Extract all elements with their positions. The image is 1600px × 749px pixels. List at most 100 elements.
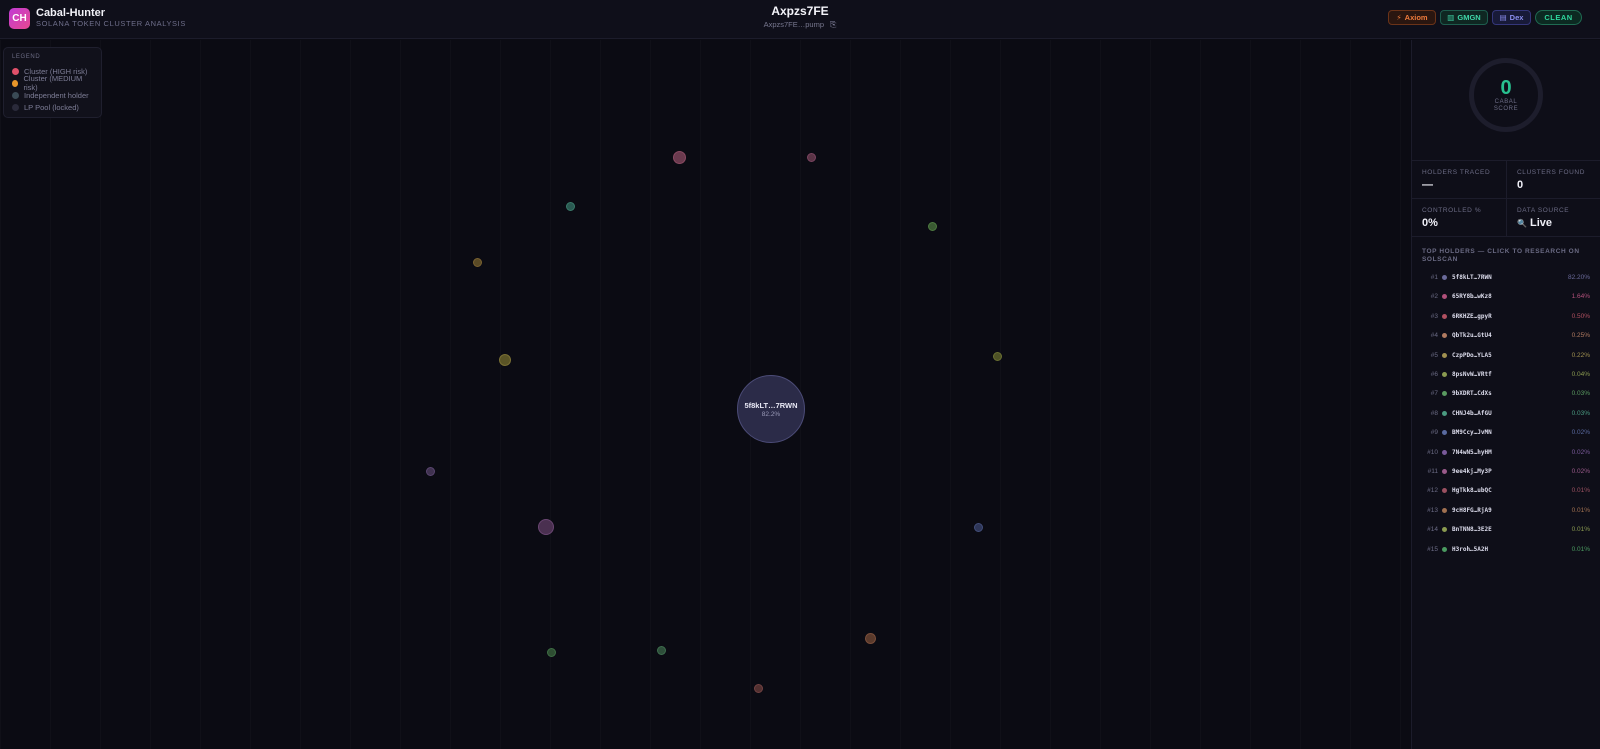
holder-rank: #5 — [1430, 351, 1438, 359]
holder-rank: #14 — [1427, 526, 1438, 534]
holder-color-dot — [1442, 352, 1447, 358]
main-holder-address: 5f8kLT…7RWN — [744, 400, 798, 410]
holder-color-dot — [1442, 546, 1447, 552]
holder-address[interactable]: CzpPDo…YLA5 — [1452, 352, 1492, 359]
main-holder-percent: 82.2% — [761, 410, 781, 418]
holder-node[interactable] — [993, 352, 1002, 361]
holder-percent: 0.04% — [1571, 371, 1590, 378]
holder-node[interactable] — [754, 684, 763, 693]
holder-color-dot — [1442, 372, 1447, 377]
holder-address[interactable]: 9ee4kj…My3P — [1452, 468, 1492, 475]
holder-row[interactable]: #13 9cH8FG…RjA9 0.01% — [1412, 501, 1600, 520]
screen-icon: ▤ — [1499, 13, 1507, 22]
holder-address[interactable]: 6RKHZE…gpyR — [1452, 313, 1492, 320]
holder-color-dot — [1442, 333, 1447, 339]
holder-rank: #1 — [1430, 274, 1438, 281]
holder-address[interactable]: 9bXDRT…CdXs — [1452, 390, 1492, 397]
gmgn-button[interactable]: ▥ GMGN — [1440, 10, 1488, 25]
stat-data-source: DATA SOURCE 🔍 Live — [1506, 199, 1600, 237]
holder-percent: 0.01% — [1571, 526, 1590, 534]
holder-row[interactable]: #3 6RKHZE…gpyR 0.50% — [1412, 307, 1600, 326]
holder-node[interactable] — [538, 519, 554, 535]
holder-row[interactable]: #15 H3roh…5A2H 0.01% — [1412, 540, 1600, 559]
legend-label: Independent holder — [24, 90, 89, 100]
legend-item: LP Pool (locked) — [12, 101, 93, 113]
holder-address[interactable]: 7N4wN5…hyHM — [1452, 449, 1492, 456]
gmgn-button-label: GMGN — [1457, 13, 1481, 22]
holder-rank: #4 — [1430, 332, 1438, 340]
legend-swatch — [12, 103, 19, 111]
holder-row[interactable]: #10 7N4wN5…hyHM 0.02% — [1412, 443, 1600, 462]
holder-row[interactable]: #9 BM9Ccy…JvMN 0.02% — [1412, 423, 1600, 442]
holder-node[interactable] — [499, 354, 511, 366]
holder-address[interactable]: HgTkk8…ubQC — [1452, 487, 1492, 494]
token-name: Axpzs7FE — [771, 4, 829, 18]
legend-swatch — [12, 79, 19, 87]
holder-node[interactable] — [566, 202, 575, 211]
holder-rank: #6 — [1430, 371, 1438, 378]
holder-rank: #9 — [1430, 429, 1438, 437]
holder-rank: #12 — [1427, 487, 1438, 495]
holder-address[interactable]: 5f8kLT…7RWN — [1452, 274, 1492, 281]
holder-rank: #10 — [1427, 448, 1438, 456]
holder-percent: 0.01% — [1571, 545, 1590, 553]
holder-percent: 0.01% — [1571, 487, 1590, 495]
legend-swatch — [12, 91, 19, 99]
cabal-score-label: CABAL SCORE — [1493, 98, 1519, 112]
holder-row[interactable]: #4 QbTk2u…GtU4 0.25% — [1412, 326, 1600, 345]
holder-node[interactable] — [865, 633, 876, 644]
top-header: CH Cabal-Hunter SOLANA TOKEN CLUSTER ANA… — [0, 0, 1600, 39]
holder-color-dot — [1442, 313, 1447, 319]
holder-address[interactable]: 8psNvW…VRtf — [1452, 371, 1492, 378]
holder-address[interactable]: 65RY8b…wKz8 — [1452, 293, 1492, 300]
status-badge: CLEAN — [1535, 10, 1582, 25]
holder-rank: #2 — [1430, 293, 1438, 301]
holder-address[interactable]: QbTk2u…GtU4 — [1452, 332, 1492, 339]
holder-row[interactable]: #14 BnTNN8…3E2E 0.01% — [1412, 520, 1600, 539]
legend-title: LEGEND — [12, 54, 41, 60]
holder-percent: 0.03% — [1571, 390, 1590, 398]
chart-icon: ▥ — [1447, 13, 1455, 22]
holder-color-dot — [1442, 294, 1447, 300]
holder-color-dot — [1442, 507, 1447, 513]
legend-label: Cluster (MEDIUM risk) — [23, 74, 83, 92]
holder-percent: 0.01% — [1571, 506, 1590, 514]
axiom-button[interactable]: ⚡ Axiom — [1388, 10, 1436, 25]
holder-address[interactable]: 9cH8FG…RjA9 — [1452, 507, 1492, 514]
holder-row[interactable]: #11 9ee4kj…My3P 0.02% — [1412, 462, 1600, 481]
holder-rank: #11 — [1427, 468, 1438, 475]
holder-row[interactable]: #6 8psNvW…VRtf 0.04% — [1412, 365, 1600, 384]
holder-address[interactable]: BnTNN8…3E2E — [1452, 526, 1492, 533]
holder-percent: 0.02% — [1571, 448, 1590, 456]
holder-node[interactable] — [657, 646, 666, 655]
holder-node[interactable] — [426, 467, 435, 476]
holder-node[interactable] — [807, 153, 816, 162]
legend-swatch — [12, 67, 19, 75]
legend-item: Cluster (MEDIUM risk) — [12, 74, 93, 92]
holder-node[interactable] — [928, 222, 937, 231]
holder-address[interactable]: CHNJ4b…AfGU — [1452, 410, 1492, 417]
holder-node[interactable] — [473, 258, 482, 267]
holder-address[interactable]: H3roh…5A2H — [1452, 546, 1488, 553]
main-holder-node[interactable]: 5f8kLT…7RWN 82.2% — [737, 375, 805, 443]
cluster-graph[interactable]: LEGEND Cluster (HIGH risk) Cluster (MEDI… — [0, 40, 1411, 749]
holder-percent: 0.02% — [1571, 429, 1590, 437]
holder-row[interactable]: #7 9bXDRT…CdXs 0.03% — [1412, 384, 1600, 403]
cabal-score-ring: 0 CABAL SCORE — [1469, 58, 1543, 132]
holder-percent: 0.03% — [1571, 409, 1590, 417]
holder-row[interactable]: #8 CHNJ4b…AfGU 0.03% — [1412, 404, 1600, 423]
holder-node[interactable] — [974, 523, 983, 532]
holder-percent: 82.20% — [1567, 274, 1590, 281]
stat-clusters-found: CLUSTERS FOUND 0 — [1506, 161, 1600, 199]
holder-row[interactable]: #2 65RY8b…wKz8 1.64% — [1412, 287, 1600, 306]
legend: LEGEND Cluster (HIGH risk) Cluster (MEDI… — [3, 47, 102, 118]
holder-row[interactable]: #12 HgTkk8…ubQC 0.01% — [1412, 481, 1600, 500]
holder-address[interactable]: BM9Ccy…JvMN — [1452, 429, 1492, 436]
copy-icon[interactable]: ⎘ — [830, 20, 836, 30]
holder-node[interactable] — [673, 151, 686, 164]
analysis-sidebar: 0 CABAL SCORE HOLDERS TRACED — CLUSTERS F… — [1411, 40, 1600, 749]
holder-row[interactable]: #5 CzpPDo…YLA5 0.22% — [1412, 346, 1600, 365]
holder-node[interactable] — [547, 648, 556, 657]
dex-button[interactable]: ▤ Dex — [1492, 10, 1531, 25]
holder-row[interactable]: #1 5f8kLT…7RWN 82.20% — [1412, 268, 1600, 287]
